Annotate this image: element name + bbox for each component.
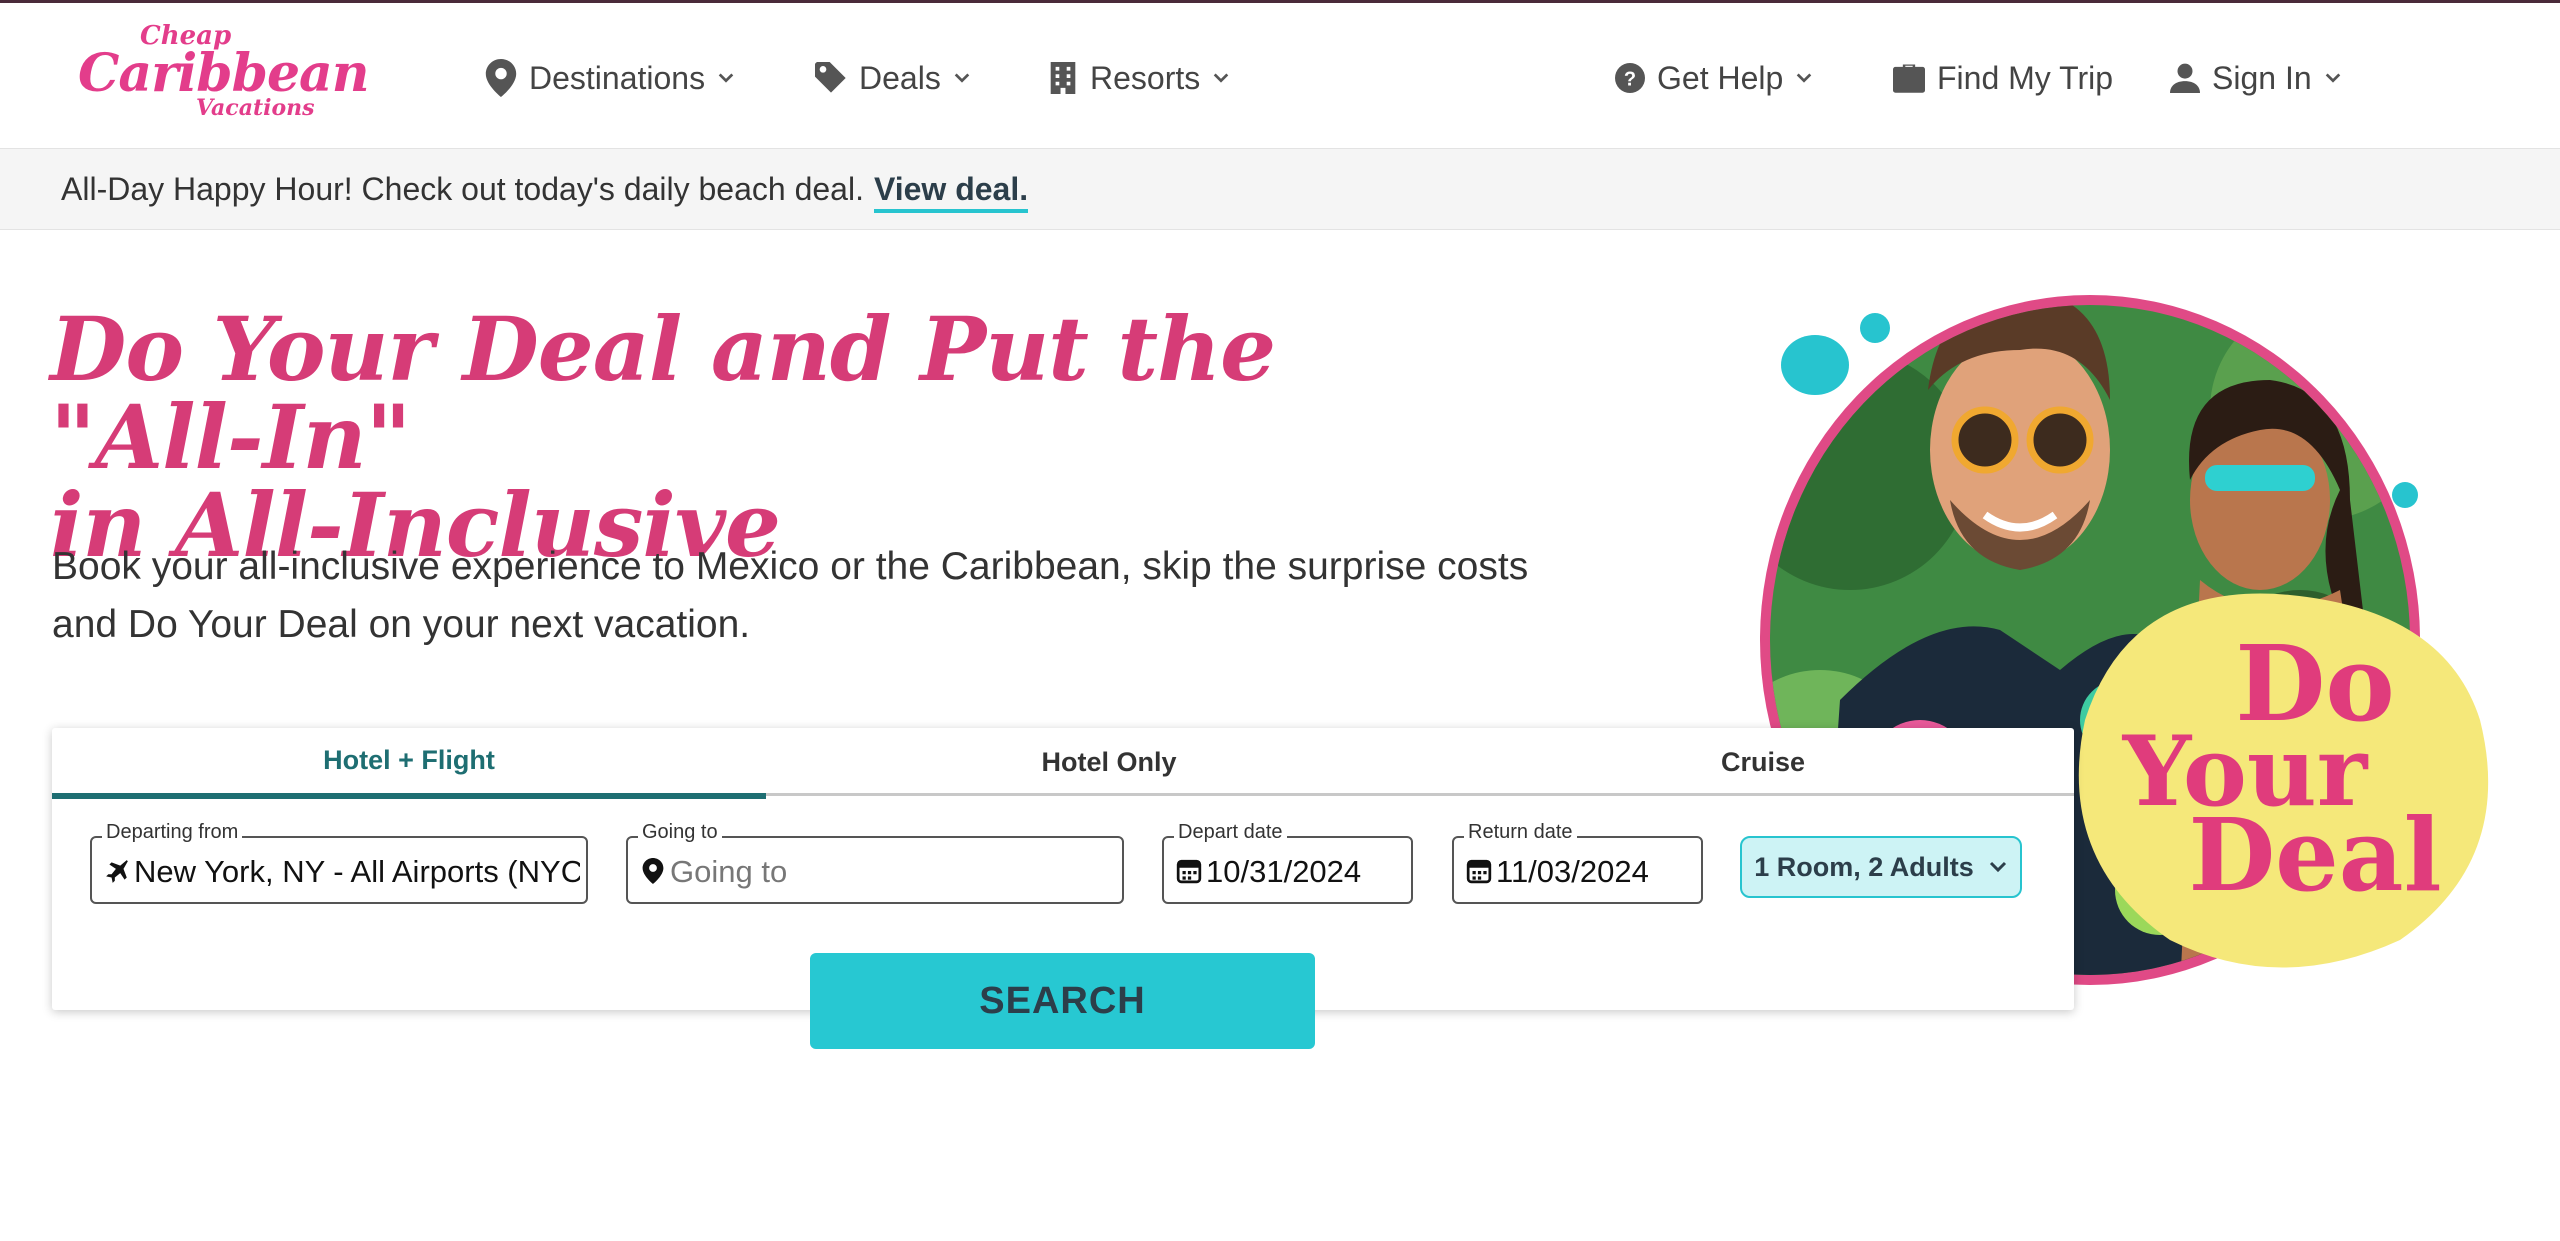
- site-header: Cheap Caribbean Vacations Destinations D…: [0, 3, 2560, 148]
- search-tabs: Hotel + Flight Hotel Only Cruise: [52, 728, 2074, 799]
- hero-subtitle-line-2: and Do Your Deal on your next vacation.: [52, 603, 751, 646]
- nav-deals-label: Deals: [859, 59, 941, 96]
- nav-destinations[interactable]: Destinations: [485, 53, 735, 103]
- hero-subtitle: Book your all-inclusive experience to Me…: [52, 538, 1532, 654]
- going-to-field[interactable]: Going to Going to: [626, 821, 1124, 904]
- hero-subtitle-line-1: Book your all-inclusive experience to Me…: [52, 545, 1529, 588]
- chevron-down-icon: [1797, 73, 1812, 83]
- map-pin-icon: [485, 59, 517, 97]
- nav-get-help[interactable]: ? Get Help: [1615, 53, 1813, 103]
- tab-hotel-flight[interactable]: Hotel + Flight: [52, 728, 766, 799]
- svg-text:?: ?: [1624, 69, 1636, 91]
- depart-date-value: 10/31/2024: [1206, 854, 1362, 889]
- suitcase-icon: [1893, 64, 1925, 93]
- user-icon: [2170, 63, 2200, 93]
- hero-title: Do Your Deal and Put the "All-In" in All…: [50, 305, 1500, 569]
- nav-get-help-label: Get Help: [1657, 59, 1784, 96]
- question-circle-icon: ?: [1615, 63, 1645, 93]
- hero-title-line-1: Do Your Deal and Put the "All-In": [50, 297, 1276, 489]
- building-icon: [1050, 62, 1076, 94]
- chevron-down-icon: [1989, 861, 2006, 873]
- departing-from-field[interactable]: Departing from New York, NY - All Airpor…: [90, 821, 588, 904]
- departing-from-value: New York, NY - All Airports (NYC): [134, 854, 580, 889]
- view-deal-link[interactable]: View deal.: [873, 171, 1029, 213]
- going-to-label: Going to: [638, 821, 722, 844]
- depart-date-field[interactable]: Depart date 10/31/2024: [1162, 821, 1413, 904]
- search-button[interactable]: SEARCH: [810, 953, 1315, 1049]
- going-to-placeholder: Going to: [670, 854, 788, 889]
- rooms-guests-selector[interactable]: 1 Room, 2 Adults: [1740, 836, 2022, 898]
- promo-message: All-Day Happy Hour! Check out today's da…: [61, 171, 1029, 213]
- rooms-guests-label: 1 Room, 2 Adults: [1754, 851, 1974, 882]
- nav-resorts[interactable]: Resorts: [1048, 53, 1230, 103]
- badge-line-3: Deal: [2188, 796, 2441, 914]
- chevron-down-icon: [954, 73, 970, 83]
- logo[interactable]: Cheap Caribbean Vacations: [78, 17, 370, 127]
- calendar-icon: [1176, 859, 1202, 884]
- tab-hotel-only[interactable]: Hotel Only: [766, 728, 1452, 796]
- nav-find-my-trip[interactable]: Find My Trip: [1893, 53, 2113, 103]
- nav-sign-in-label: Sign In: [2212, 59, 2312, 96]
- nav-find-my-trip-label: Find My Trip: [1937, 59, 2114, 96]
- calendar-icon: [1466, 859, 1492, 884]
- tab-cruise[interactable]: Cruise: [1452, 728, 2074, 796]
- return-date-label: Return date: [1464, 821, 1577, 844]
- tag-icon: [815, 62, 846, 93]
- depart-date-label: Depart date: [1174, 821, 1287, 844]
- return-date-value: 11/03/2024: [1496, 854, 1649, 889]
- nav-deals[interactable]: Deals: [815, 53, 971, 103]
- airplane-icon: [106, 860, 128, 883]
- chevron-down-icon: [1213, 73, 1229, 83]
- map-pin-icon: [642, 858, 664, 884]
- nav-sign-in[interactable]: Sign In: [2170, 53, 2342, 103]
- logo-vacations: Vacations: [196, 95, 315, 121]
- return-date-field[interactable]: Return date 11/03/2024: [1452, 821, 1703, 904]
- teal-splash: [1781, 335, 1849, 395]
- nav-resorts-label: Resorts: [1090, 59, 1201, 96]
- promo-text: All-Day Happy Hour! Check out today's da…: [61, 171, 864, 207]
- promo-bar: All-Day Happy Hour! Check out today's da…: [0, 148, 2560, 230]
- nav-destinations-label: Destinations: [529, 59, 706, 96]
- chevron-down-icon: [718, 73, 734, 83]
- chevron-down-icon: [2325, 73, 2340, 83]
- departing-from-label: Departing from: [102, 821, 243, 844]
